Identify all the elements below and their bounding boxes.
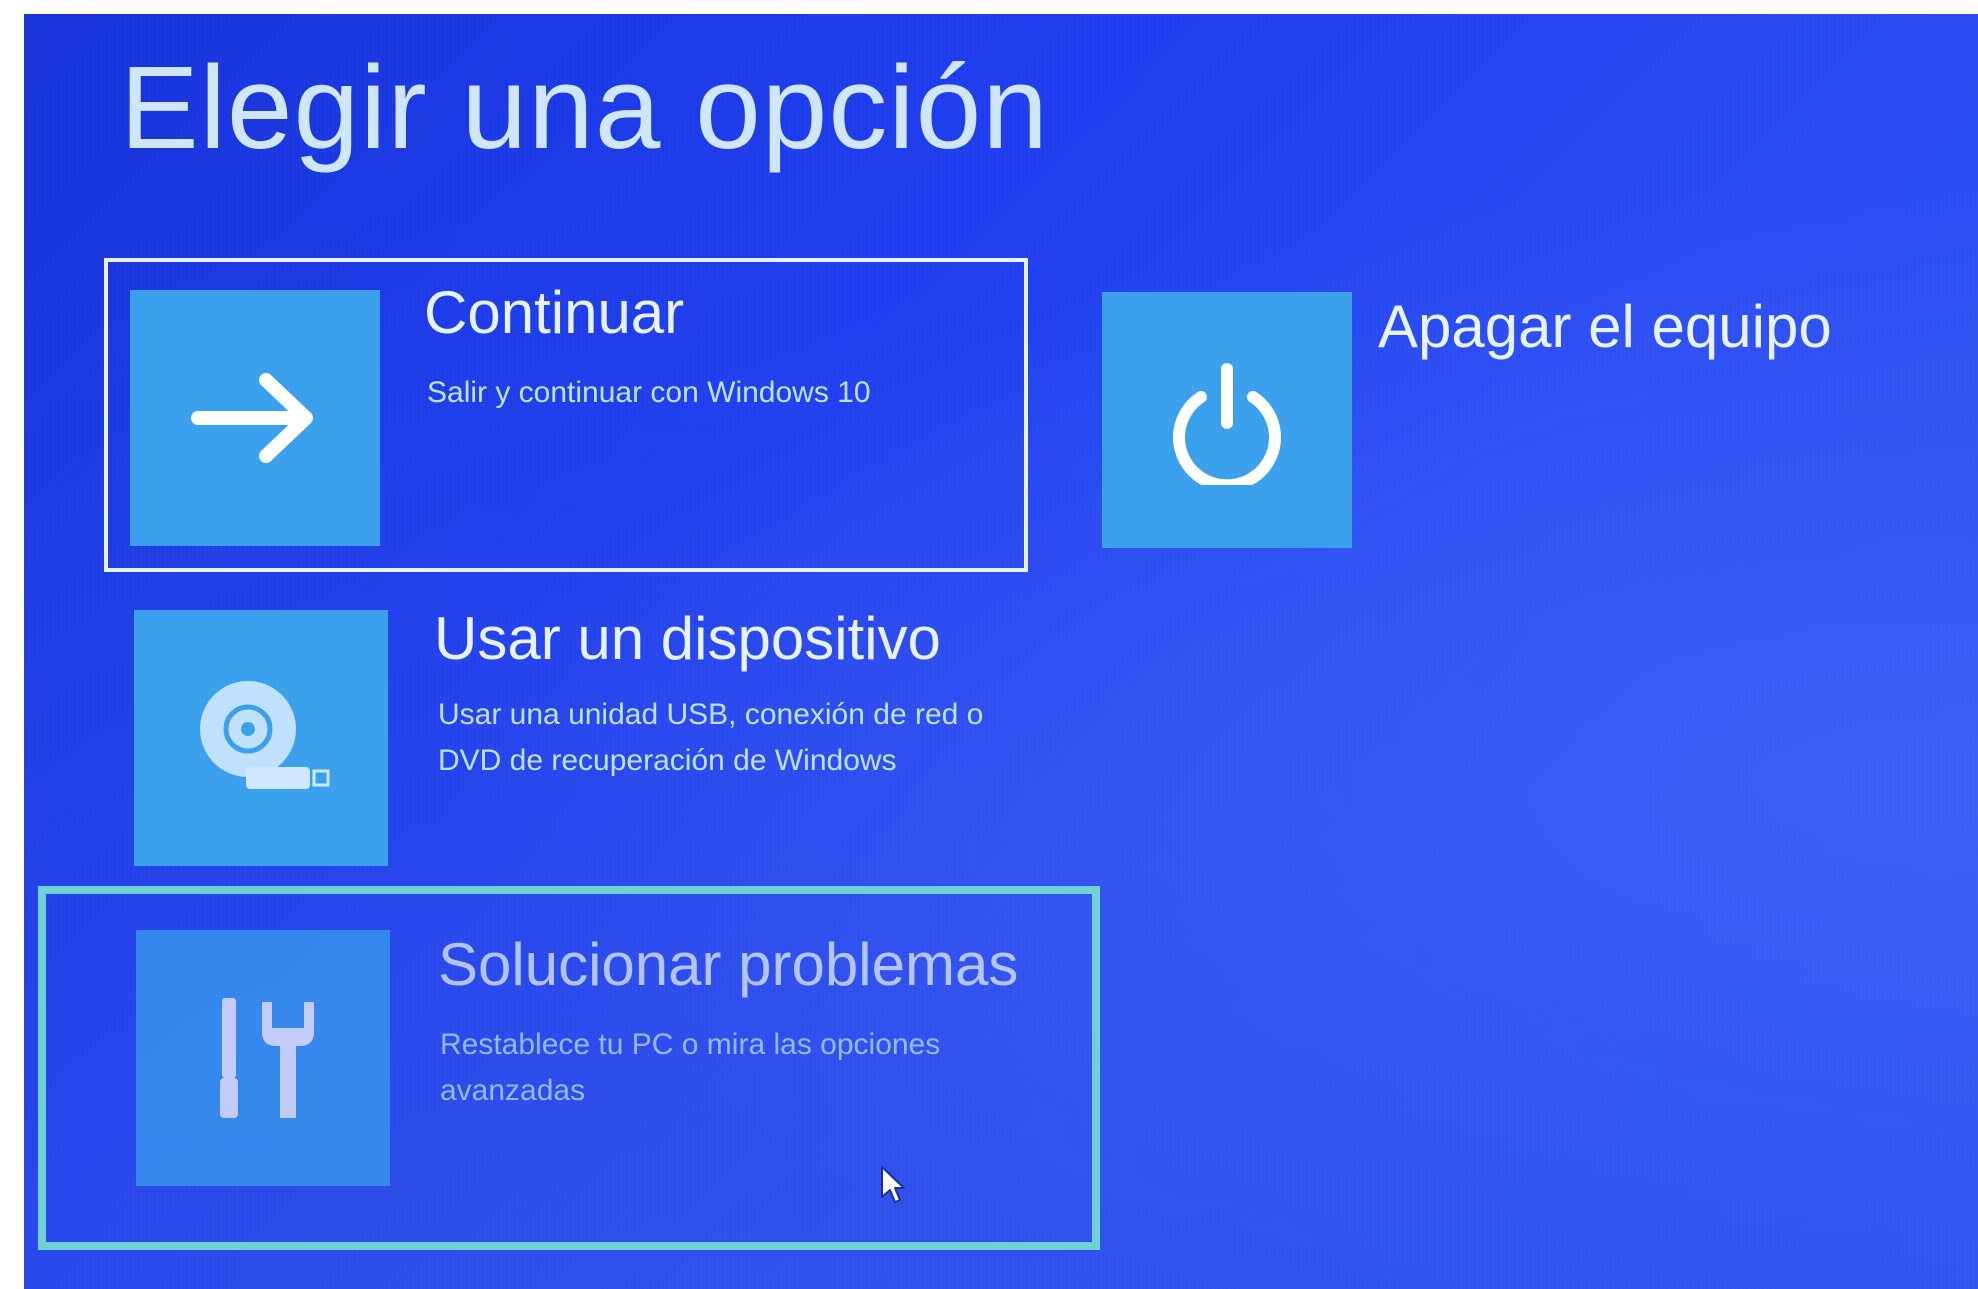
use-device-tile [134, 610, 388, 866]
use-device-description: Usar una unidad USB, conexión de red o D… [438, 698, 984, 777]
continue-title: Continuar [424, 279, 685, 346]
use-device-title: Usar un dispositivo [434, 605, 941, 672]
page-title: Elegir una opción [120, 42, 1049, 174]
recovery-screen: Elegir una opción Continuar Salir y cont… [24, 14, 1978, 1289]
continue-option[interactable]: Continuar Salir y continuar con Windows … [124, 278, 1004, 546]
shutdown-tile [1102, 292, 1352, 548]
use-device-option[interactable]: Usar un dispositivo Usar una unidad USB,… [134, 605, 1014, 870]
troubleshoot-title: Solucionar problemas [438, 931, 1019, 998]
troubleshoot-tile [136, 930, 390, 1186]
tools-icon [220, 998, 314, 1118]
mouse-pointer-icon [881, 1166, 905, 1203]
disc-drive-icon [200, 681, 330, 789]
shutdown-title: Apagar el equipo [1378, 293, 1832, 360]
troubleshoot-description: Restablece tu PC o mira las opciones ava… [440, 1028, 941, 1107]
continue-tile [130, 290, 380, 546]
continue-description: Salir y continuar con Windows 10 [427, 376, 871, 409]
shutdown-option[interactable]: Apagar el equipo [1102, 292, 1902, 552]
arrow-right-icon [191, 373, 313, 463]
power-icon [1173, 363, 1281, 485]
troubleshoot-option[interactable]: Solucionar problemas Restablece tu PC o … [136, 930, 1019, 1190]
